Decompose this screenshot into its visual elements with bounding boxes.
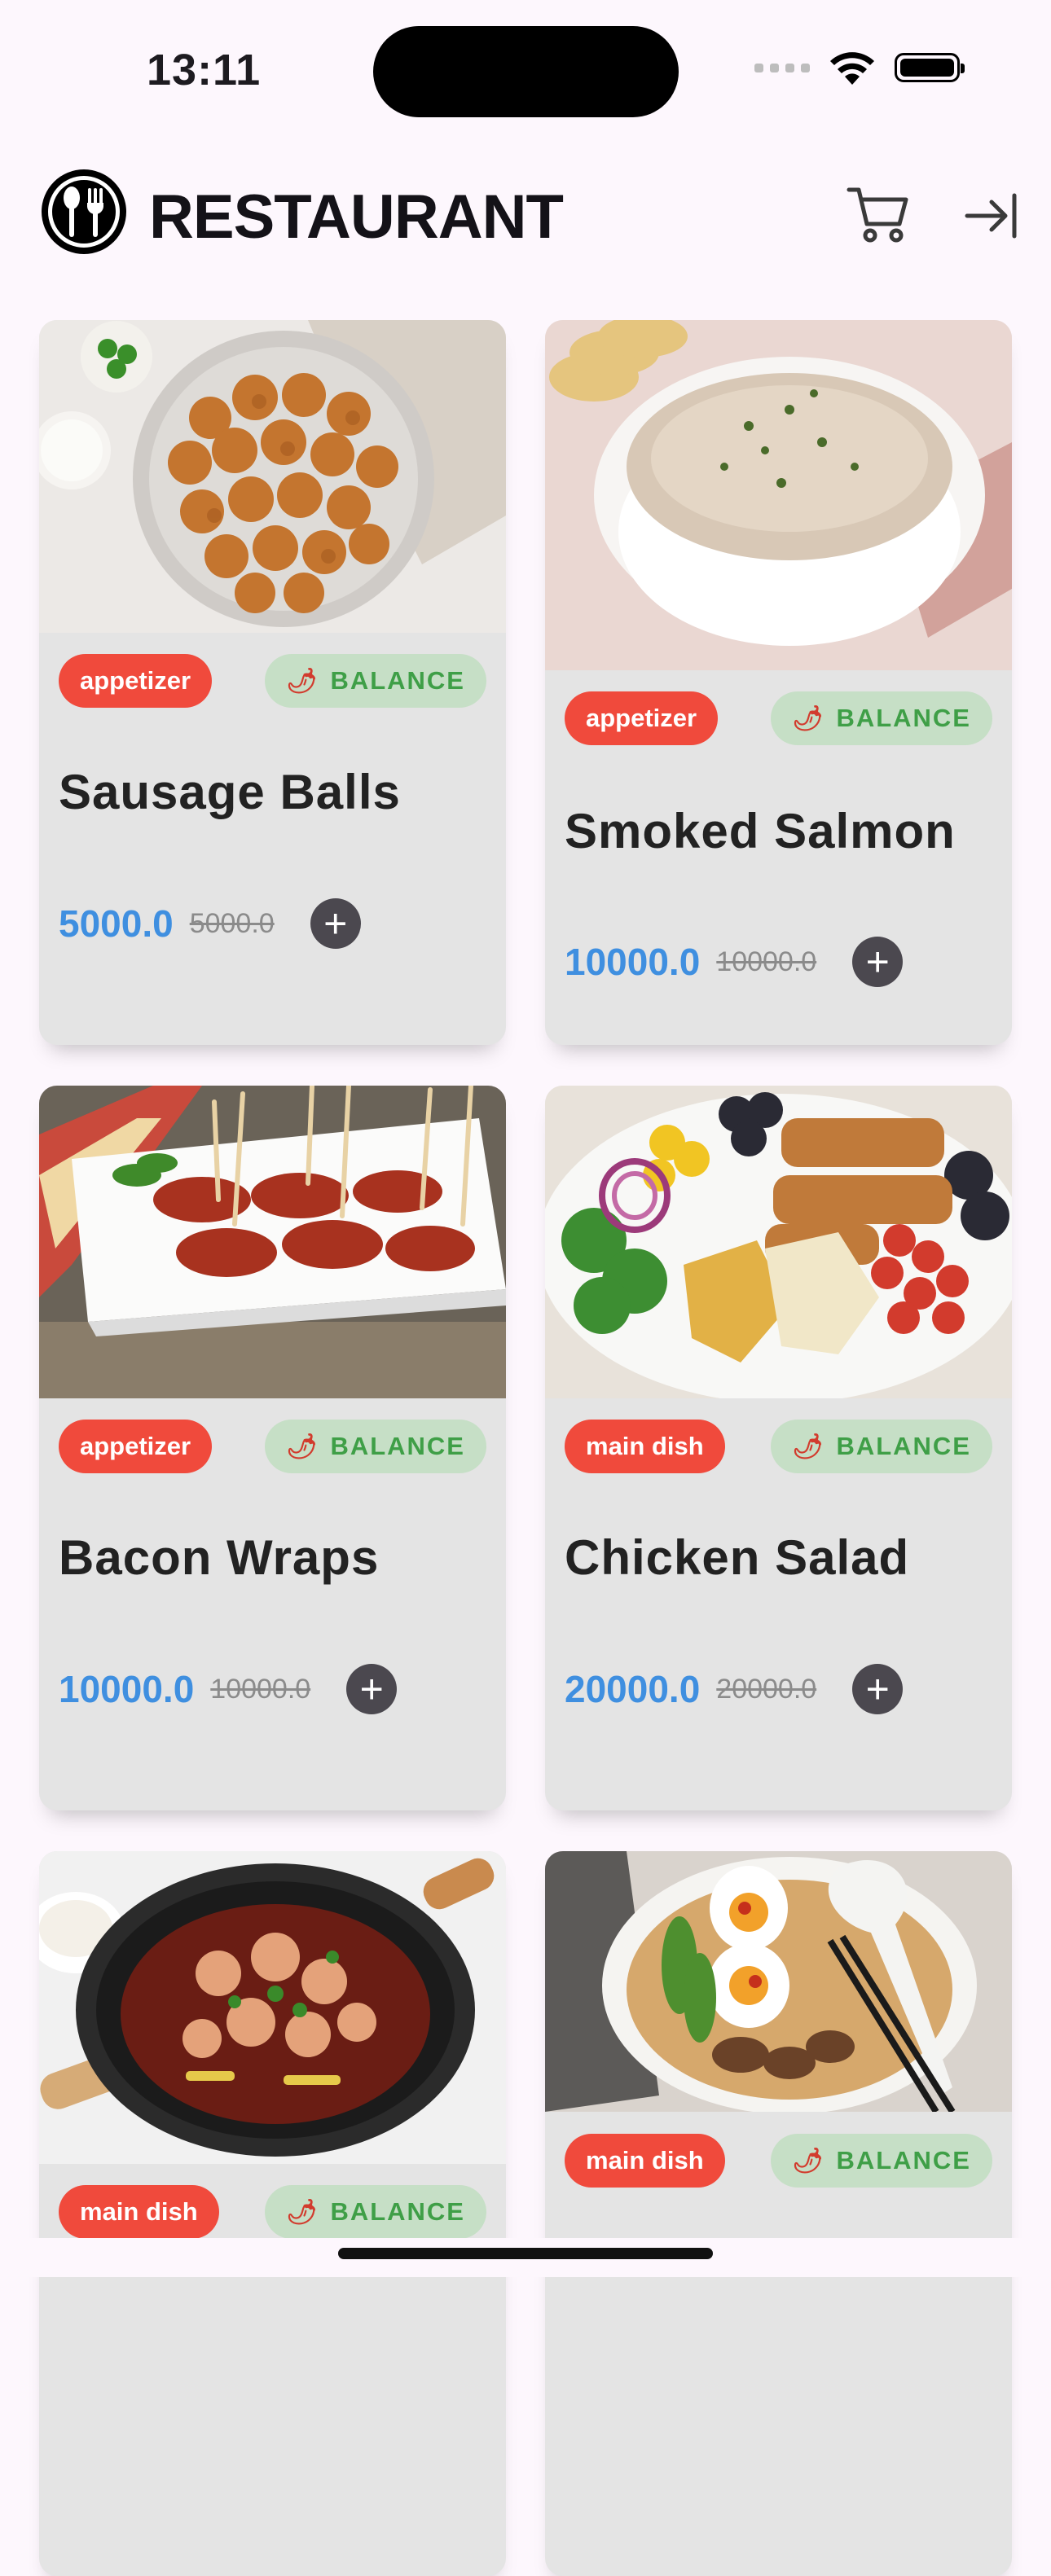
dish-name: Smoked Salmon: [565, 804, 956, 858]
old-price: 10000.0: [210, 1673, 311, 1705]
price: 5000.0: [59, 902, 174, 945]
plus-icon: +: [323, 901, 348, 946]
balance-label: BALANCE: [836, 1432, 971, 1460]
balance-badge: 🌶 BALANCE: [771, 1420, 992, 1473]
chili-pepper-icon: 🌶: [792, 704, 824, 732]
price-row: 20000.0 20000.0 +: [565, 1664, 904, 1714]
balance-label: BALANCE: [836, 2146, 971, 2174]
add-to-cart-button[interactable]: +: [310, 898, 361, 949]
balance-label: BALANCE: [836, 704, 971, 732]
dish-image: [545, 1086, 1012, 1398]
dish-card[interactable]: main dish 🌶 BALANCE: [39, 1851, 506, 2576]
dish-image: [545, 1851, 1012, 2112]
chili-pepper-icon: 🌶: [792, 1433, 824, 1460]
price: 10000.0: [565, 941, 701, 983]
old-price: 20000.0: [716, 1673, 817, 1705]
home-indicator[interactable]: [338, 2248, 713, 2259]
old-price: 5000.0: [189, 907, 275, 939]
dish-card[interactable]: main dish 🌶 BALANCE: [545, 1851, 1012, 2576]
wifi-icon: [830, 52, 874, 85]
dish-name: Sausage Balls: [59, 765, 401, 819]
chili-pepper-icon: 🌶: [286, 667, 318, 695]
dish-name: Bacon Wraps: [59, 1530, 380, 1585]
dish-image: [39, 320, 506, 633]
balance-badge: 🌶 BALANCE: [265, 2185, 486, 2239]
cart-icon[interactable]: [846, 183, 911, 244]
balance-badge: 🌶 BALANCE: [771, 2134, 992, 2188]
category-badge: main dish: [59, 2185, 219, 2239]
chili-pepper-icon: 🌶: [286, 2198, 318, 2226]
app-header: RESTAURANT: [39, 167, 1017, 261]
app-title: RESTAURANT: [149, 182, 564, 252]
category-badge: appetizer: [59, 654, 213, 708]
dish-card[interactable]: appetizer 🌶 BALANCE Bacon Wraps 10000.0 1…: [39, 1086, 506, 1810]
battery-icon: [895, 53, 965, 82]
category-badge: main dish: [565, 1420, 725, 1473]
price: 20000.0: [565, 1668, 701, 1710]
dish-name: Chicken Salad: [565, 1530, 910, 1585]
plus-icon: +: [865, 1666, 890, 1712]
status-time: 13:11: [147, 46, 262, 94]
dish-image: [39, 1086, 506, 1398]
balance-badge: 🌶 BALANCE: [771, 691, 992, 745]
balance-label: BALANCE: [330, 666, 465, 695]
category-badge: main dish: [565, 2134, 725, 2188]
price: 10000.0: [59, 1668, 195, 1710]
status-icons: [754, 49, 965, 86]
price-row: 10000.0 10000.0 +: [59, 1664, 398, 1714]
add-to-cart-button[interactable]: +: [852, 937, 904, 987]
chili-pepper-icon: 🌶: [792, 2147, 824, 2174]
dish-card[interactable]: appetizer 🌶 BALANCE Smoked Salmon 10000.0…: [545, 320, 1012, 1045]
add-to-cart-button[interactable]: +: [852, 1664, 904, 1714]
cellular-signal-icon: [754, 63, 810, 72]
dish-image: [545, 320, 1012, 670]
category-badge: appetizer: [59, 1420, 213, 1473]
price-row: 5000.0 5000.0 +: [59, 898, 361, 949]
balance-badge: 🌶 BALANCE: [265, 654, 486, 708]
chili-pepper-icon: 🌶: [286, 1433, 318, 1460]
balance-label: BALANCE: [330, 2197, 465, 2226]
balance-label: BALANCE: [330, 1432, 465, 1460]
old-price: 10000.0: [716, 946, 817, 977]
dish-image: [39, 1851, 506, 2164]
dish-card[interactable]: appetizer 🌶 BALANCE Sausage Balls 5000.0 …: [39, 320, 506, 1045]
category-badge: appetizer: [565, 691, 719, 745]
plus-icon: +: [359, 1666, 384, 1712]
balance-badge: 🌶 BALANCE: [265, 1420, 486, 1473]
add-to-cart-button[interactable]: +: [346, 1664, 398, 1714]
dish-card[interactable]: main dish 🌶 BALANCE Chicken Salad 20000.0…: [545, 1086, 1012, 1810]
dynamic-island: [373, 26, 679, 117]
price-row: 10000.0 10000.0 +: [565, 937, 904, 987]
logout-icon[interactable]: [964, 187, 1021, 244]
restaurant-logo-icon: [42, 169, 126, 254]
plus-icon: +: [865, 939, 890, 985]
